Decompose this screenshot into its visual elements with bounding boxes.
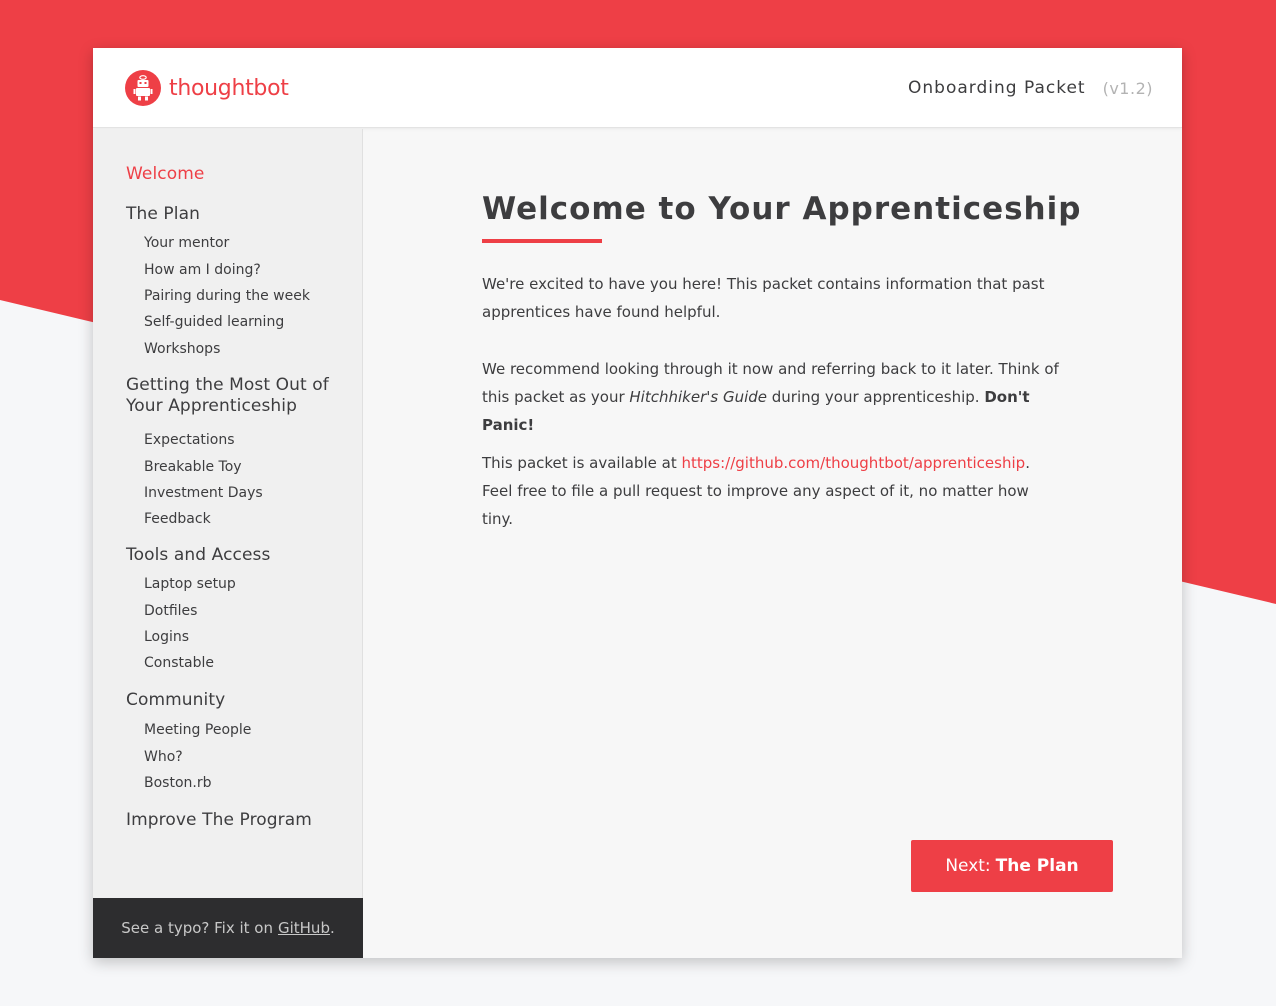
nav-item-boston-rb[interactable]: Boston.rb [144,774,211,792]
nav-item-dotfiles[interactable]: Dotfiles [144,602,197,620]
github-paragraph: This packet is available at https://gith… [482,449,1062,533]
repo-link[interactable]: https://github.com/thoughtbot/apprentice… [681,454,1025,472]
page-title: Welcome to Your Apprenticeship [482,191,1082,227]
brand-wordmark: thoughtbot [169,75,289,101]
nav-section-line-2: Your Apprenticeship [126,396,297,416]
next-button[interactable]: Next: The Plan [911,840,1113,892]
footer-period: . [329,919,335,937]
next-button-prefix: Next: [945,856,991,876]
hitchhikers-guide-text: Hitchhiker's Guide [629,388,767,406]
nav-section-the-plan[interactable]: The Plan [126,204,200,225]
nav-item-investment-days[interactable]: Investment Days [144,484,263,502]
robot-logo-icon [125,70,161,106]
top-header: thoughtbot Onboarding Packet (v1.2) [93,48,1182,128]
packet-window: thoughtbot Onboarding Packet (v1.2) Welc… [93,48,1182,958]
nav-section-tools-and-access[interactable]: Tools and Access [126,545,270,566]
available-at-text: This packet is available at [482,454,682,472]
nav-item-how-am-i-doing[interactable]: How am I doing? [144,261,261,279]
nav-item-self-guided-learning[interactable]: Self-guided learning [144,313,284,331]
nav-item-laptop-setup[interactable]: Laptop setup [144,575,236,593]
intro-paragraph: We're excited to have you here! This pac… [482,275,1045,321]
brand-logo[interactable]: thoughtbot [125,70,289,106]
sidebar-footer: See a typo? Fix it on GitHub. [93,898,363,958]
recommend-paragraph: We recommend looking through it now and … [482,355,1062,439]
nav-item-expectations[interactable]: Expectations [144,431,235,449]
packet-version: (v1.2) [1102,78,1153,98]
next-button-target: The Plan [995,856,1079,876]
nav-item-feedback[interactable]: Feedback [144,510,211,528]
recommend-text-2: during your apprenticeship. [767,388,985,406]
title-underline [482,239,602,243]
nav-item-your-mentor[interactable]: Your mentor [144,234,229,252]
header-title-group: Onboarding Packet (v1.2) [908,76,1153,100]
nav-section-improve-the-program[interactable]: Improve The Program [126,810,312,831]
nav-item-constable[interactable]: Constable [144,654,214,672]
sidebar-nav: Welcome The Plan Your mentor How am I do… [93,129,363,958]
nav-section-welcome[interactable]: Welcome [126,164,204,185]
typo-footer-text: See a typo? Fix it on [121,919,273,937]
nav-item-pairing[interactable]: Pairing during the week [144,287,310,305]
nav-section-community[interactable]: Community [126,690,225,711]
nav-item-logins[interactable]: Logins [144,628,189,646]
nav-item-breakable-toy[interactable]: Breakable Toy [144,458,242,476]
nav-section-line-1: Getting the Most Out of [126,375,329,395]
github-link[interactable]: GitHub [278,919,330,937]
packet-title: Onboarding Packet [908,78,1086,98]
nav-item-workshops[interactable]: Workshops [144,340,220,358]
nav-item-meeting-people[interactable]: Meeting People [144,721,251,739]
nav-item-who[interactable]: Who? [144,748,183,766]
nav-section-getting-the-most-out[interactable]: Getting the Most Out of Your Apprentices… [126,375,329,417]
